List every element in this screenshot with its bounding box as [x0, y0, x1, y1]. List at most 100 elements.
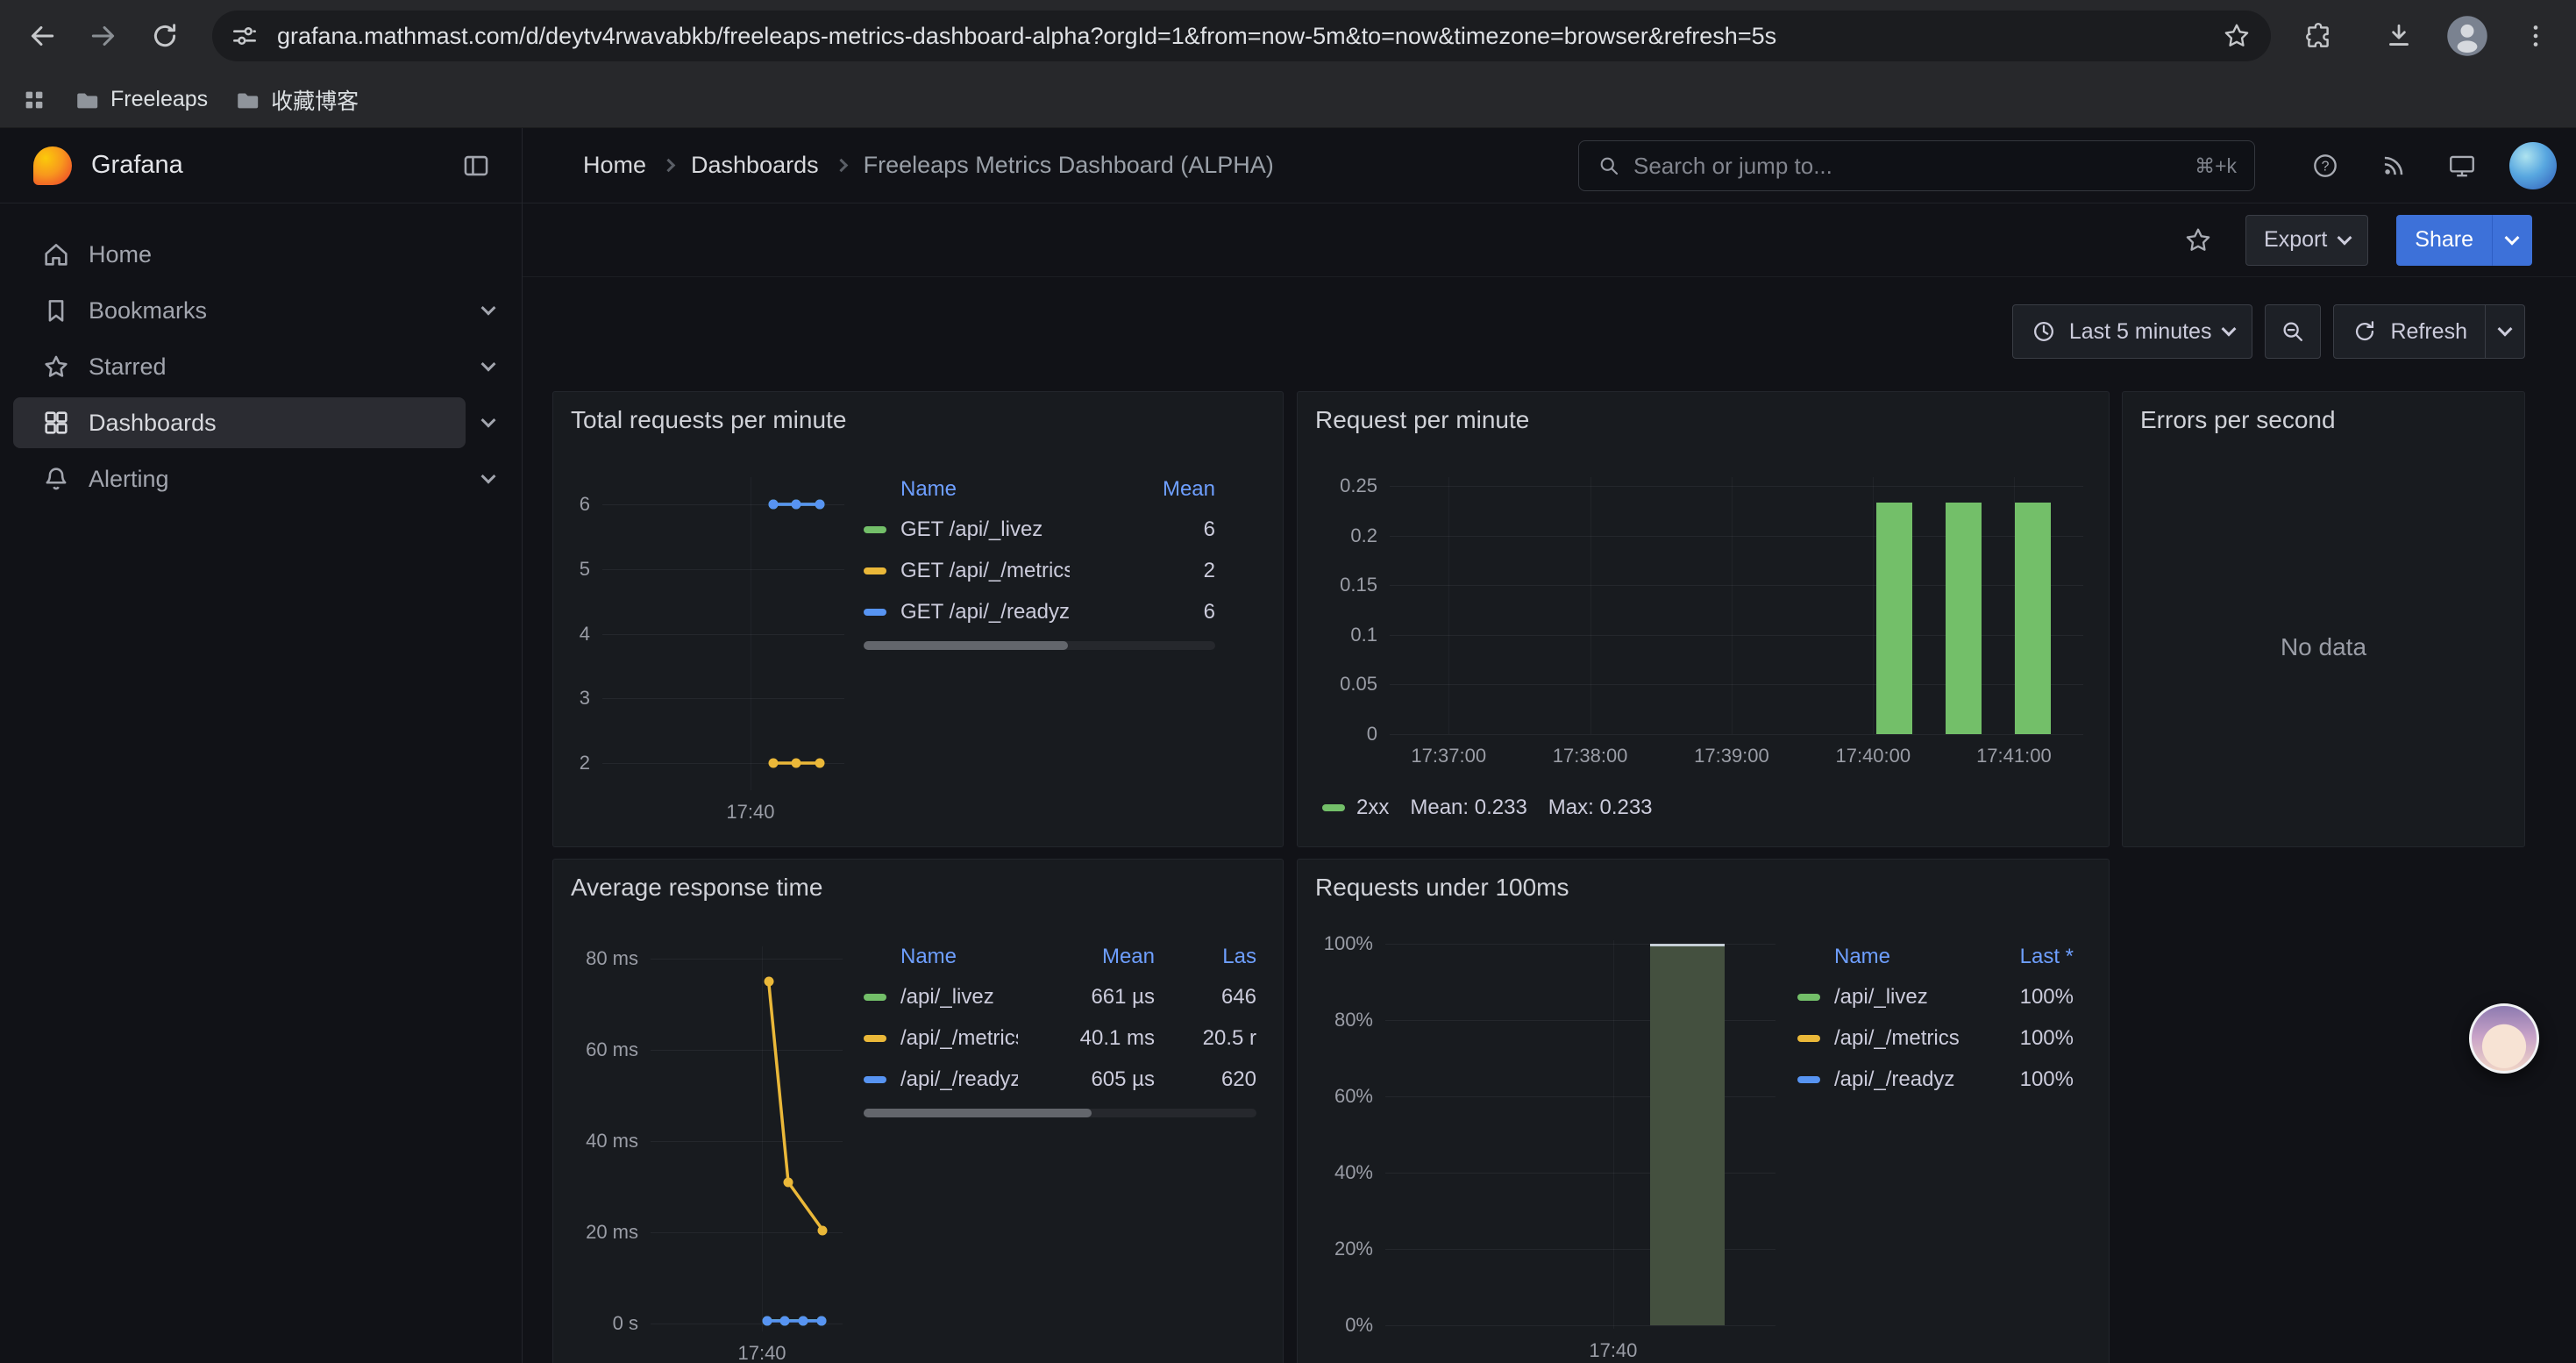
gridline — [1732, 477, 1733, 734]
breadcrumb-home[interactable]: Home — [583, 152, 646, 179]
legend-column-header[interactable]: Las — [1169, 945, 1256, 969]
legend-column-header[interactable]: Mean — [1032, 945, 1155, 969]
sidebar-item-bookmarks[interactable]: Bookmarks — [13, 285, 466, 336]
series-value: 100% — [1977, 1026, 2074, 1051]
menu-kebab-icon[interactable] — [2509, 10, 2562, 62]
gridline — [1873, 477, 1874, 734]
time-range-picker[interactable]: Last 5 minutes — [2012, 304, 2253, 359]
legend-row[interactable]: /api/_/readyz605 µs620 — [864, 1059, 1256, 1100]
profile-avatar[interactable] — [2444, 13, 2490, 59]
series-point — [816, 1317, 826, 1326]
line-chart[interactable]: 80 ms60 ms40 ms20 ms0 s17:40 — [651, 946, 843, 1331]
apps-grid-icon[interactable] — [21, 87, 47, 113]
chevron-down-icon[interactable] — [469, 403, 508, 442]
bookmarks-bar: Freeleaps 收藏博客 — [0, 72, 2576, 128]
search-box[interactable]: ⌘+k — [1578, 140, 2255, 191]
chevron-down-icon[interactable] — [469, 460, 508, 498]
legend-column-header[interactable]: Name — [864, 945, 1018, 969]
reload-button[interactable] — [139, 10, 191, 62]
chevron-down-icon — [2222, 322, 2237, 337]
breadcrumb-dashboards[interactable]: Dashboards — [691, 152, 819, 179]
export-button[interactable]: Export — [2245, 215, 2368, 266]
series-value: 20.5 r — [1169, 1026, 1256, 1051]
search-input[interactable] — [1633, 153, 2182, 180]
forward-button[interactable] — [77, 10, 130, 62]
sidebar-toggle-icon[interactable] — [457, 146, 495, 185]
legend-column-header[interactable]: Name — [864, 477, 1070, 502]
search-shortcut: ⌘+k — [2195, 154, 2237, 178]
sidebar-item-alerting[interactable]: Alerting — [13, 453, 466, 504]
refresh-button[interactable]: Refresh — [2333, 304, 2486, 359]
chart-bar — [1946, 503, 1982, 734]
panel-title[interactable]: Total requests per minute — [571, 406, 846, 434]
panel-title[interactable]: Average response time — [571, 874, 822, 902]
bookmark-label: 收藏博客 — [271, 84, 359, 116]
chevron-down-icon[interactable] — [469, 291, 508, 330]
downloads-icon[interactable] — [2373, 10, 2425, 62]
chevron-down-icon[interactable] — [469, 347, 508, 386]
legend-scrollbar[interactable] — [864, 1109, 1256, 1117]
panel-title[interactable]: Requests under 100ms — [1315, 874, 1569, 902]
series-name[interactable]: 2xx — [1356, 796, 1389, 820]
grafana-logo[interactable] — [33, 146, 72, 185]
site-info-icon[interactable] — [230, 21, 260, 51]
breadcrumb-current: Freeleaps Metrics Dashboard (ALPHA) — [864, 152, 1274, 179]
monitor-icon[interactable] — [2441, 145, 2483, 187]
legend-column-header[interactable]: Name — [1797, 945, 1963, 969]
legend-row[interactable]: GET /api/_/metrics 2 — [864, 550, 1215, 591]
series-value: 40.1 ms — [1032, 1026, 1155, 1051]
sidebar-item-home[interactable]: Home — [13, 229, 466, 280]
series-value: 2 — [1084, 559, 1215, 583]
folder-icon — [234, 87, 260, 113]
back-button[interactable] — [16, 10, 68, 62]
series-point — [762, 1317, 772, 1326]
share-split-button: Share — [2396, 215, 2532, 266]
bookmark-item-freeleaps[interactable]: Freeleaps — [74, 87, 208, 113]
zoom-out-button[interactable] — [2265, 304, 2321, 359]
series-point — [769, 499, 779, 509]
scrollbar-thumb[interactable] — [864, 1109, 1092, 1117]
legend-row[interactable]: /api/_/metrics40.1 ms20.5 r — [864, 1017, 1256, 1059]
y-axis-label: 0.2 — [1350, 525, 1377, 547]
legend-row[interactable]: /api/_livez661 µs646 — [864, 976, 1256, 1017]
legend-row[interactable]: GET /api/_/readyz6 — [864, 591, 1215, 632]
rss-icon[interactable] — [2373, 145, 2415, 187]
user-avatar[interactable] — [2509, 142, 2557, 189]
panel-title[interactable]: Errors per second — [2140, 406, 2336, 434]
bar-chart[interactable]: 100%80%60%40%20%0%17:40 — [1385, 940, 1775, 1329]
bookmark-item-blog[interactable]: 收藏博客 — [234, 84, 359, 116]
sidebar-item-label: Starred — [89, 353, 167, 381]
bar-chart[interactable]: 0.250.20.150.10.05017:37:0017:38:0017:39… — [1390, 477, 2083, 734]
legend-column-header[interactable]: Last * — [1977, 945, 2074, 969]
series-name: GET /api/_/metrics — [900, 559, 1070, 583]
legend-scrollbar[interactable] — [864, 641, 1215, 650]
legend-column-header[interactable]: Mean — [1084, 477, 1215, 502]
refresh-interval-dropdown[interactable] — [2486, 304, 2525, 359]
series-value: 661 µs — [1032, 985, 1155, 1010]
series-value: 100% — [1977, 985, 2074, 1010]
refresh-label: Refresh — [2390, 319, 2467, 345]
legend-row[interactable]: GET /api/_livez6 — [864, 509, 1215, 550]
share-button[interactable]: Share — [2396, 215, 2492, 266]
sidebar-item-dashboards[interactable]: Dashboards — [13, 397, 466, 448]
bookmark-icon — [41, 296, 71, 325]
legend-row[interactable]: /api/_livez100% — [1797, 976, 2074, 1017]
legend-row[interactable]: /api/_/readyz100% — [1797, 1059, 2074, 1100]
chart-bar — [1876, 503, 1912, 734]
panel-title[interactable]: Request per minute — [1315, 406, 1529, 434]
address-bar[interactable]: grafana.mathmast.com/d/deytv4rwavabkb/fr… — [212, 11, 2271, 61]
extensions-icon[interactable] — [2292, 10, 2345, 62]
bookmark-star-icon[interactable] — [2222, 21, 2252, 51]
scrollbar-thumb[interactable] — [864, 641, 1068, 650]
y-axis-label: 0 — [1367, 723, 1377, 746]
help-icon[interactable]: ? — [2304, 145, 2346, 187]
share-dropdown[interactable] — [2492, 215, 2532, 266]
breadcrumb: Home Dashboards Freeleaps Metrics Dashbo… — [583, 128, 1274, 203]
sidebar-item-starred[interactable]: Starred — [13, 341, 466, 392]
sidebar-item-label: Dashboards — [89, 410, 217, 437]
legend-row[interactable]: /api/_/metrics100% — [1797, 1017, 2074, 1059]
assistant-avatar[interactable] — [2469, 1003, 2539, 1074]
y-axis-label: 0.1 — [1350, 624, 1377, 646]
line-chart[interactable]: 6543217:40 — [602, 477, 844, 790]
favorite-star-icon[interactable] — [2179, 221, 2217, 260]
